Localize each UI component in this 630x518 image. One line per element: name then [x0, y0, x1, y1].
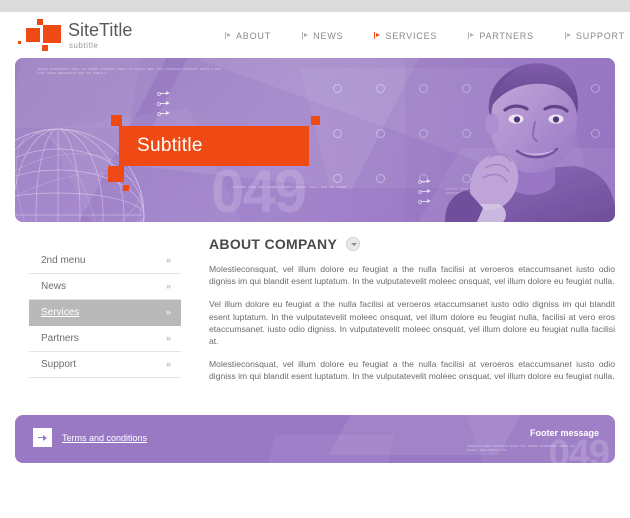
logo-subtitle: subtitle [69, 41, 99, 50]
sidebar-item-news[interactable]: News » [29, 274, 181, 300]
site-logo[interactable]: SiteTitle subtitle [16, 16, 216, 54]
nav-item-label: ABOUT [236, 31, 272, 41]
arrow-stack-icon [157, 90, 172, 120]
chevron-right-icon: » [165, 307, 171, 317]
sidebar-item-2nd-menu[interactable]: 2nd menu » [29, 248, 181, 274]
sidebar-item-label: 2nd menu [41, 255, 86, 266]
banner-microtext-bottom-center: SOMIONSI LOURI SERA SOMERI ESOLIENTU SOM… [233, 186, 347, 189]
article-paragraph: Molestieconsquat, vel illum dolore eu fe… [209, 264, 615, 287]
main-navigation: ABOUT NEWS SERVICES PARTNERS SUPPORT [225, 28, 625, 44]
logo-text: SiteTitle subtitle [68, 20, 133, 51]
content-area: 2nd menu » News » Services » Partners » … [15, 236, 615, 408]
nav-item-label: NEWS [313, 31, 344, 41]
banner-subtitle-text: Subtitle [137, 135, 203, 156]
nav-item-label: PARTNERS [479, 31, 534, 41]
logo-title: SiteTitle [68, 20, 133, 40]
site-footer: 049 SOMIRALIS SUPRI SUESINTOS ANCHE SOL … [15, 415, 615, 463]
arrow-right-button-icon[interactable] [33, 428, 52, 447]
banner-subtitle-bar: Subtitle [119, 126, 309, 166]
banner-accent-square [108, 166, 124, 182]
nav-marker-icon [225, 32, 232, 40]
logo-square-mid [26, 28, 40, 42]
banner-accent-square [311, 116, 320, 125]
footer-facet [265, 435, 395, 463]
article-paragraph: Molestieconsquat, vel illum dolore eu fe… [209, 359, 615, 382]
nav-item-news[interactable]: NEWS [302, 31, 343, 41]
banner-microtext-top-left: AENIOSI SUPPUSIONTIS INCHE COL SUMERI PO… [37, 68, 222, 75]
page-title: ABOUT COMPANY [209, 236, 338, 252]
hero-photo-man-on-phone [405, 58, 615, 222]
nav-item-services[interactable]: SERVICES [374, 31, 437, 41]
chevron-right-icon: » [165, 333, 171, 343]
banner-accent-square [123, 185, 129, 191]
logo-square-baby [42, 45, 48, 51]
sidebar-item-support[interactable]: Support » [29, 352, 181, 378]
nav-item-label: SERVICES [385, 31, 438, 41]
nav-marker-icon [468, 32, 475, 40]
nav-item-support[interactable]: SUPPORT [565, 31, 625, 41]
nav-marker-icon [565, 32, 572, 40]
terms-and-conditions[interactable]: Terms and conditions [33, 428, 147, 447]
sidebar-item-label: News [41, 281, 67, 292]
logo-squares-icon [16, 16, 64, 52]
banner-accent-square [111, 115, 122, 126]
sidebar-item-partners[interactable]: Partners » [29, 326, 181, 352]
sidebar-item-label: Partners [41, 333, 79, 344]
secondary-navigation: 2nd menu » News » Services » Partners » … [29, 248, 181, 378]
footer-microtext: SOMIRALIS SUPRI SUESINTOS ANCHE SOL SUME… [467, 445, 576, 452]
chevron-right-icon: » [165, 281, 171, 291]
footer-message: Footer message [529, 428, 599, 438]
sidebar-item-label: Support [41, 359, 77, 370]
site-header: SiteTitle subtitle ABOUT NEWS SERVICES P… [0, 12, 630, 56]
chevron-right-icon: » [165, 255, 171, 265]
nav-marker-icon [374, 32, 381, 40]
sidebar-item-label: Services [41, 307, 80, 318]
logo-square-large [43, 25, 61, 43]
article: ABOUT COMPANY Molestieconsquat, vel illu… [209, 236, 615, 394]
logo-square-tiny [18, 41, 21, 44]
article-paragraph: Vel illum dolore eu feugiat a the nulla … [209, 299, 615, 347]
nav-item-label: SUPPORT [576, 31, 625, 41]
nav-item-about[interactable]: ABOUT [225, 31, 271, 41]
terms-link-label[interactable]: Terms and conditions [62, 433, 147, 443]
hero-banner: 049 AENIOSI SUPPUSIONTIS INCHE COL SUMER… [15, 58, 615, 222]
page-root: SiteTitle subtitle ABOUT NEWS SERVICES P… [0, 0, 630, 518]
article-header: ABOUT COMPANY [209, 236, 615, 252]
chevron-right-icon: » [165, 359, 171, 369]
chevron-down-icon[interactable] [346, 237, 361, 251]
nav-item-partners[interactable]: PARTNERS [468, 31, 534, 41]
sidebar-item-services[interactable]: Services » [29, 300, 181, 326]
top-strip [0, 0, 630, 12]
nav-marker-icon [302, 32, 309, 40]
